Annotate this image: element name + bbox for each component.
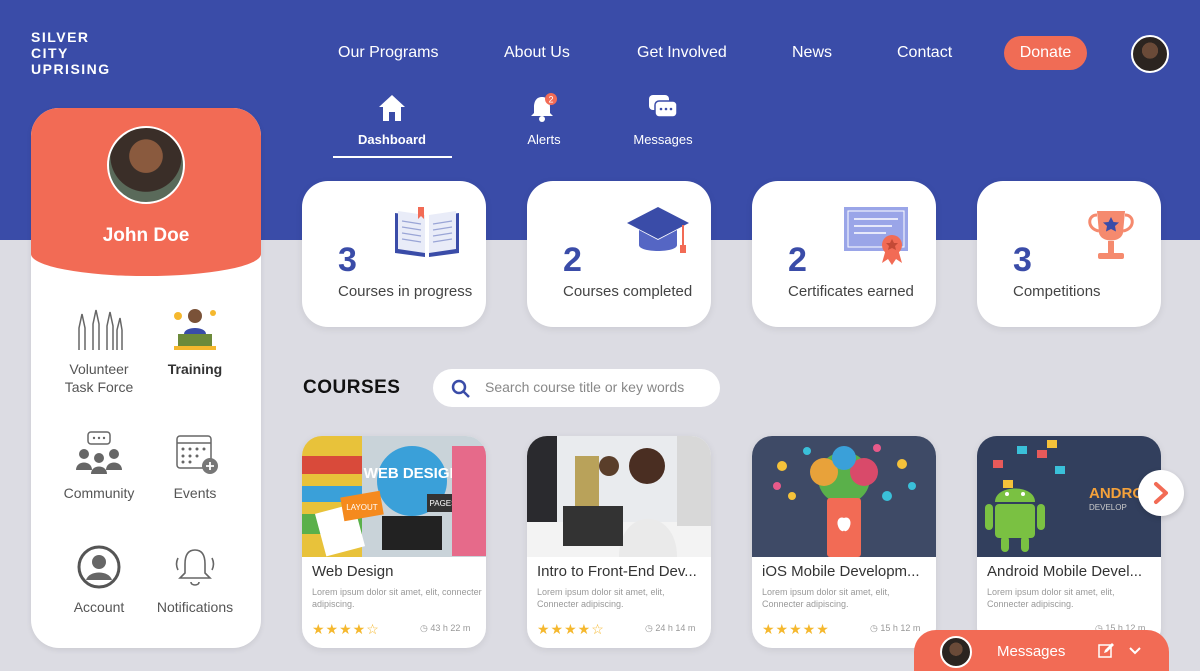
search-input[interactable]	[485, 379, 705, 395]
alerts-badge: 2	[548, 95, 553, 105]
calendar-add-icon	[176, 435, 218, 474]
chevron-down-icon[interactable]	[1128, 646, 1142, 656]
course-thumbnail: WEB DESIGN LAYOUT PAGES	[302, 436, 486, 557]
menu-notifications[interactable]: Notifications	[145, 544, 245, 616]
stat-number: 3	[1013, 241, 1032, 279]
course-search[interactable]	[433, 369, 720, 407]
course-thumbnail	[527, 436, 711, 557]
stat-label: Courses in progress	[338, 283, 473, 300]
donate-button[interactable]: Donate	[1004, 36, 1087, 70]
profile-avatar[interactable]	[107, 126, 185, 204]
stat-label: Courses completed	[563, 283, 693, 300]
course-card-android[interactable]: ANDROI DEVELOP Android Mobile Devel... L…	[977, 436, 1161, 648]
course-card-front-end[interactable]: Intro to Front-End Dev... Lorem ipsum do…	[527, 436, 711, 648]
chevron-right-icon	[1154, 482, 1168, 504]
stat-certificates-earned[interactable]: 2 Certificates earned	[752, 181, 936, 327]
course-duration: ◷ 15 h 12 m	[870, 623, 921, 633]
nav-our-programs[interactable]: Our Programs	[338, 44, 438, 62]
community-icon	[76, 431, 122, 474]
course-description: Lorem ipsum dolor sit amet, elit, Connec…	[987, 587, 1115, 609]
chat-bubbles-icon	[649, 95, 678, 118]
tab-dashboard[interactable]: Dashboard	[332, 92, 452, 147]
course-card-ios[interactable]: iOS Mobile Developm... Lorem ipsum dolor…	[752, 436, 936, 648]
star-rating: ★★★★★	[762, 621, 830, 637]
stat-label: Competitions	[1013, 283, 1101, 300]
courses-heading: COURSES	[303, 377, 401, 398]
menu-volunteer-task-force[interactable]: Volunteer Task Force	[49, 304, 149, 396]
course-description: Lorem ipsum dolor sit amet, elit, Connec…	[762, 587, 890, 609]
tab-alerts[interactable]: 2 Alerts	[484, 92, 604, 147]
stat-courses-completed[interactable]: 2 Courses completed	[527, 181, 711, 327]
menu-events[interactable]: Events	[145, 430, 245, 502]
compose-icon[interactable]	[1098, 643, 1114, 659]
tab-messages-label: Messages	[633, 132, 693, 147]
star-rating: ★★★★☆	[312, 621, 380, 637]
course-thumbnail	[752, 436, 936, 557]
tab-alerts-label: Alerts	[527, 132, 561, 147]
stat-courses-in-progress[interactable]: 3 Courses in progress	[302, 181, 486, 327]
stat-number: 2	[788, 241, 807, 279]
profile-card: John Doe Volunteer Task Force Training C…	[31, 108, 261, 648]
account-icon	[77, 545, 121, 589]
thumbnail-text: LAYOUT	[346, 503, 378, 512]
thumbnail-text: WEB DESIGN	[364, 465, 461, 482]
certificate-icon	[844, 207, 908, 265]
nav-get-involved[interactable]: Get Involved	[637, 44, 727, 62]
course-title: iOS Mobile Developm...	[762, 563, 920, 580]
star-rating: ★★★★☆	[537, 621, 605, 637]
menu-community[interactable]: Community	[49, 430, 149, 502]
tab-messages[interactable]: Messages	[603, 92, 723, 147]
tab-dashboard-label: Dashboard	[358, 132, 426, 147]
thumbnail-text: DEVELOP	[1089, 503, 1127, 512]
course-duration: ◷ 24 h 14 m	[645, 623, 696, 633]
raised-hands-icon	[78, 309, 123, 350]
course-description: Lorem ipsum dolor sit amet, elit, Connec…	[537, 587, 665, 609]
home-icon	[379, 95, 405, 121]
user-avatar[interactable]	[1131, 35, 1169, 73]
search-icon	[451, 379, 470, 398]
messages-avatar	[940, 636, 972, 668]
profile-name: John Doe	[102, 225, 190, 246]
course-title: Android Mobile Devel...	[987, 563, 1143, 580]
nav-news[interactable]: News	[792, 44, 832, 62]
active-tab-indicator	[333, 156, 452, 158]
ringing-bell-icon	[175, 549, 215, 586]
course-title: Web Design	[312, 563, 394, 580]
stat-label: Certificates earned	[788, 283, 914, 300]
stat-number: 2	[563, 241, 582, 279]
open-book-icon	[395, 207, 459, 257]
messages-dock-label: Messages	[997, 643, 1066, 660]
graduation-cap-icon	[627, 207, 689, 253]
carousel-next-button[interactable]	[1138, 470, 1184, 516]
course-description: Lorem ipsum dolor sit amet, elit, connec…	[312, 587, 482, 609]
nav-contact[interactable]: Contact	[897, 44, 952, 62]
nav-about-us[interactable]: About Us	[504, 44, 570, 62]
menu-training[interactable]: Training	[145, 304, 245, 378]
course-thumbnail: ANDROI DEVELOP	[977, 436, 1161, 557]
trophy-icon	[1088, 211, 1134, 259]
course-title: Intro to Front-End Dev...	[537, 563, 697, 580]
stat-number: 3	[338, 241, 357, 279]
course-duration: ◷ 43 h 22 m	[420, 623, 471, 633]
messages-dock[interactable]: Messages	[914, 630, 1169, 671]
stat-competitions[interactable]: 3 Competitions	[977, 181, 1161, 327]
bell-icon: 2	[531, 93, 557, 122]
menu-account[interactable]: Account	[49, 544, 149, 616]
laptop-person-icon	[174, 309, 216, 350]
course-card-web-design[interactable]: WEB DESIGN LAYOUT PAGES Web Design Lorem…	[302, 436, 486, 648]
